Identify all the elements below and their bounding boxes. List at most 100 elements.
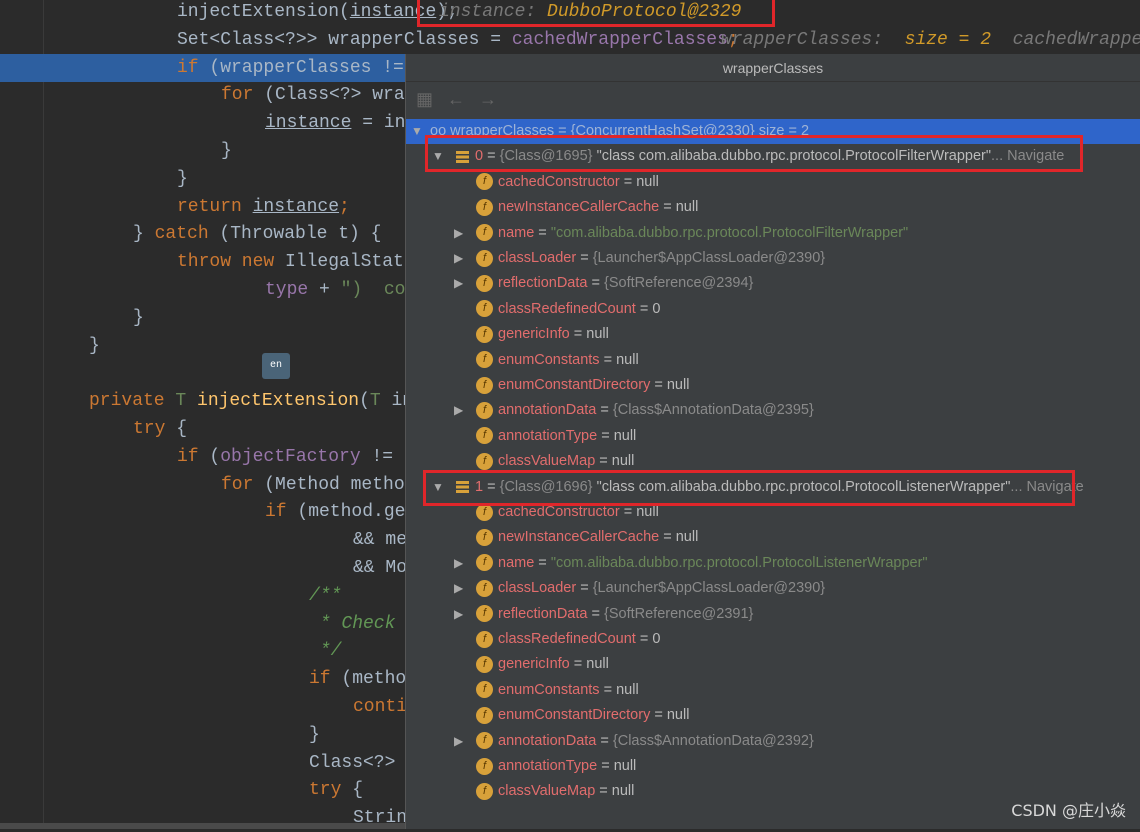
tree-field[interactable]: ▶ f classLoader = {Launcher$AppClassLoader… bbox=[406, 576, 1140, 601]
forward-arrow-icon[interactable]: → bbox=[479, 89, 497, 110]
code-token: } bbox=[177, 168, 188, 189]
tree-field[interactable]: ▶ f reflectionData = {SoftReference@2394} bbox=[406, 271, 1140, 296]
code-token: injectExtension bbox=[197, 391, 360, 412]
tree-field[interactable]: f classRedefinedCount = 0 bbox=[406, 297, 1140, 322]
horizontal-scrollbar[interactable] bbox=[0, 823, 405, 829]
field-icon: f bbox=[476, 325, 493, 343]
expand-icon[interactable]: ▶ bbox=[454, 576, 466, 601]
tree-field[interactable]: ▶ f name = "com.alibaba.dubbo.rpc.protocol… bbox=[406, 221, 1140, 246]
code-token: injectExtension( bbox=[177, 2, 350, 22]
code-line: } bbox=[221, 137, 232, 165]
code-token: (wrapperClasses != bbox=[209, 57, 415, 78]
field-icon: f bbox=[476, 681, 493, 699]
tree-field[interactable]: f annotationType = null bbox=[406, 424, 1140, 449]
field-icon: f bbox=[476, 757, 493, 775]
code-token: for bbox=[221, 85, 265, 106]
field-icon: f bbox=[476, 656, 493, 674]
tree-field[interactable]: f enumConstantDirectory = null bbox=[406, 373, 1140, 398]
expand-icon[interactable]: ▶ bbox=[454, 271, 466, 296]
code-line: Set<Class<?>> wrapperClasses = cachedWra… bbox=[177, 26, 739, 54]
field-icon: f bbox=[476, 503, 493, 521]
tree-field[interactable]: ▶ f classLoader = {Launcher$AppClassLoader… bbox=[406, 246, 1140, 271]
field-icon: f bbox=[476, 783, 493, 801]
code-token: throw new bbox=[177, 252, 286, 273]
field-icon: f bbox=[476, 706, 493, 724]
code-token: instance bbox=[265, 113, 352, 134]
code-token: ; bbox=[339, 196, 350, 217]
field-icon: f bbox=[476, 605, 493, 623]
tree-field[interactable]: f annotationType = null bbox=[406, 754, 1140, 779]
code-token: try bbox=[133, 419, 177, 439]
annotation-box-instance bbox=[417, 0, 775, 27]
expand-icon[interactable]: ▶ bbox=[454, 221, 466, 246]
field-icon: f bbox=[476, 630, 493, 648]
tree-field[interactable]: f newInstanceCallerCache = null bbox=[406, 195, 1140, 220]
expand-icon[interactable]: ▶ bbox=[454, 398, 466, 423]
code-line: try { bbox=[309, 776, 363, 804]
annotation-box-item-0 bbox=[425, 135, 1083, 172]
field-icon: f bbox=[476, 402, 493, 420]
tree-field[interactable]: f classRedefinedCount = 0 bbox=[406, 627, 1140, 652]
code-line: } bbox=[133, 304, 144, 332]
field-icon: f bbox=[476, 732, 493, 750]
hint-value: size = 2 bbox=[904, 30, 992, 50]
code-line: return instance; bbox=[177, 193, 350, 221]
field-icon: f bbox=[476, 173, 493, 191]
tree-field[interactable]: f genericInfo = null bbox=[406, 652, 1140, 677]
code-token: instance bbox=[252, 196, 340, 217]
expand-icon[interactable]: ▶ bbox=[454, 602, 466, 627]
code-token: type bbox=[265, 280, 309, 300]
tree-field[interactable]: f enumConstants = null bbox=[406, 678, 1140, 703]
code-token: cachedWrapperClasses bbox=[511, 29, 728, 50]
back-arrow-icon[interactable]: ← bbox=[447, 89, 465, 110]
field-icon: f bbox=[476, 579, 493, 597]
code-token: catch bbox=[154, 224, 220, 245]
field-icon: f bbox=[476, 300, 493, 318]
tree-field[interactable]: ▶ f annotationData = {Class$AnnotationData… bbox=[406, 729, 1140, 754]
tree-field[interactable]: f newInstanceCallerCache = null bbox=[406, 525, 1140, 550]
code-token: if bbox=[177, 57, 210, 78]
collapse-icon[interactable]: ▼ bbox=[411, 119, 423, 144]
tree-field[interactable]: f genericInfo = null bbox=[406, 322, 1140, 347]
tree-field[interactable]: ▶ f reflectionData = {SoftReference@2391} bbox=[406, 602, 1140, 627]
inline-hint-wrapper: wrapperClasses: size = 2 cachedWrappe bbox=[721, 26, 1140, 54]
field-icon: f bbox=[476, 351, 493, 369]
code-token: { bbox=[176, 419, 188, 439]
code-token: if bbox=[265, 502, 298, 523]
field-icon: f bbox=[476, 275, 493, 293]
tree-field[interactable]: ▶ f annotationData = {Class$AnnotationData… bbox=[406, 398, 1140, 423]
field-icon: f bbox=[476, 427, 493, 445]
code-line: } bbox=[309, 721, 320, 749]
code-token: } bbox=[133, 224, 155, 245]
expand-icon[interactable]: ▶ bbox=[454, 729, 466, 754]
code-token: ( bbox=[359, 391, 370, 412]
code-line: try { bbox=[133, 415, 187, 443]
code-line: */ bbox=[309, 637, 342, 665]
tree-field[interactable]: f enumConstantDirectory = null bbox=[406, 703, 1140, 728]
translate-icon[interactable]: en bbox=[262, 353, 290, 379]
code-token: try bbox=[309, 780, 353, 801]
tree-field[interactable]: f cachedConstructor = null bbox=[406, 170, 1140, 195]
hint-label: wrapperClasses: bbox=[721, 30, 894, 50]
code-token: T bbox=[175, 391, 198, 412]
tree-field[interactable]: ▶ f name = "com.alibaba.dubbo.rpc.protocol… bbox=[406, 551, 1140, 576]
code-token: return bbox=[177, 196, 253, 217]
code-token: if bbox=[309, 669, 342, 690]
hint-rest: cachedWrappe bbox=[1012, 30, 1140, 50]
field-icon: f bbox=[476, 198, 493, 216]
field-icon: f bbox=[476, 554, 493, 572]
tree-field[interactable]: f enumConstants = null bbox=[406, 348, 1140, 373]
expand-icon[interactable]: ▶ bbox=[454, 551, 466, 576]
field-icon: f bbox=[476, 376, 493, 394]
code-line: private T injectExtension(T insta bbox=[89, 387, 446, 415]
expand-icon[interactable]: ▶ bbox=[454, 246, 466, 271]
field-icon: f bbox=[476, 249, 493, 267]
code-token: } bbox=[133, 307, 144, 328]
field-icon: f bbox=[476, 224, 493, 242]
gutter bbox=[0, 0, 44, 829]
popup-title: wrapperClasses bbox=[406, 54, 1140, 82]
tree-icon[interactable]: ▦ bbox=[416, 89, 433, 110]
code-token: /** bbox=[309, 585, 342, 606]
code-line: } bbox=[89, 332, 100, 360]
code-line: injectExtension(instance); bbox=[177, 0, 458, 26]
